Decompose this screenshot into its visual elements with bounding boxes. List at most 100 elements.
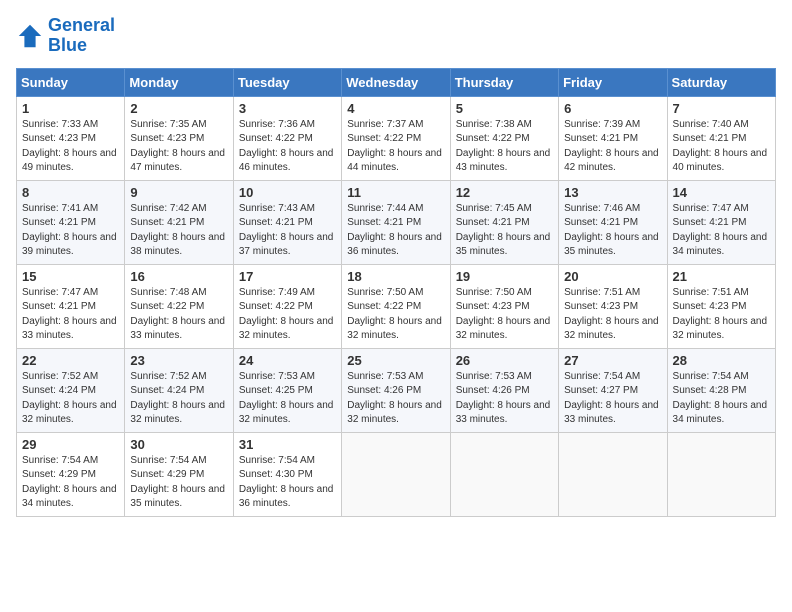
day-number: 8 [22,185,119,200]
weekday-header-thursday: Thursday [450,68,558,96]
day-info: Sunrise: 7:46 AMSunset: 4:21 PMDaylight:… [564,202,661,260]
calendar-table: SundayMondayTuesdayWednesdayThursdayFrid… [16,68,776,517]
calendar-cell: 4 Sunrise: 7:37 AMSunset: 4:22 PMDaylight… [342,96,450,180]
page-header: General Blue [16,16,776,56]
day-number: 20 [564,269,661,284]
day-info: Sunrise: 7:50 AMSunset: 4:22 PMDaylight:… [347,286,444,344]
calendar-cell: 23 Sunrise: 7:52 AMSunset: 4:24 PMDayligh… [125,348,233,432]
weekday-header-sunday: Sunday [17,68,125,96]
calendar-cell: 29 Sunrise: 7:54 AMSunset: 4:29 PMDayligh… [17,432,125,516]
day-info: Sunrise: 7:54 AMSunset: 4:27 PMDaylight:… [564,370,661,428]
logo-icon [16,22,44,50]
day-info: Sunrise: 7:36 AMSunset: 4:22 PMDaylight:… [239,118,336,176]
weekday-header-tuesday: Tuesday [233,68,341,96]
day-info: Sunrise: 7:40 AMSunset: 4:21 PMDaylight:… [673,118,770,176]
calendar-cell: 2 Sunrise: 7:35 AMSunset: 4:23 PMDaylight… [125,96,233,180]
day-info: Sunrise: 7:33 AMSunset: 4:23 PMDaylight:… [22,118,119,176]
day-number: 7 [673,101,770,116]
day-info: Sunrise: 7:39 AMSunset: 4:21 PMDaylight:… [564,118,661,176]
day-info: Sunrise: 7:53 AMSunset: 4:25 PMDaylight:… [239,370,336,428]
calendar-cell: 14 Sunrise: 7:47 AMSunset: 4:21 PMDayligh… [667,180,775,264]
weekday-header-saturday: Saturday [667,68,775,96]
calendar-cell: 22 Sunrise: 7:52 AMSunset: 4:24 PMDayligh… [17,348,125,432]
day-number: 17 [239,269,336,284]
calendar-cell: 28Sunrise: 7:54 AMSunset: 4:28 PMDayligh… [667,348,775,432]
day-info: Sunrise: 7:42 AMSunset: 4:21 PMDaylight:… [130,202,227,260]
day-number: 30 [130,437,227,452]
day-info: Sunrise: 7:48 AMSunset: 4:22 PMDaylight:… [130,286,227,344]
day-number: 4 [347,101,444,116]
calendar-cell: 3Sunrise: 7:36 AMSunset: 4:22 PMDaylight… [233,96,341,180]
day-info: Sunrise: 7:50 AMSunset: 4:23 PMDaylight:… [456,286,553,344]
day-number: 18 [347,269,444,284]
day-info: Sunrise: 7:54 AMSunset: 4:30 PMDaylight:… [239,454,336,512]
day-number: 1 [22,101,119,116]
calendar-cell: 11Sunrise: 7:44 AMSunset: 4:21 PMDayligh… [342,180,450,264]
day-number: 27 [564,353,661,368]
calendar-cell: 27 Sunrise: 7:54 AMSunset: 4:27 PMDayligh… [559,348,667,432]
calendar-week-row: 1 Sunrise: 7:33 AMSunset: 4:23 PMDaylight… [17,96,776,180]
calendar-cell: 7 Sunrise: 7:40 AMSunset: 4:21 PMDaylight… [667,96,775,180]
day-number: 23 [130,353,227,368]
day-number: 15 [22,269,119,284]
day-info: Sunrise: 7:47 AMSunset: 4:21 PMDaylight:… [22,286,119,344]
calendar-cell: 24 Sunrise: 7:53 AMSunset: 4:25 PMDayligh… [233,348,341,432]
calendar-cell: 26 Sunrise: 7:53 AMSunset: 4:26 PMDayligh… [450,348,558,432]
day-number: 31 [239,437,336,452]
calendar-cell: 5 Sunrise: 7:38 AMSunset: 4:22 PMDaylight… [450,96,558,180]
day-number: 29 [22,437,119,452]
day-info: Sunrise: 7:43 AMSunset: 4:21 PMDaylight:… [239,202,336,260]
calendar-week-row: 15 Sunrise: 7:47 AMSunset: 4:21 PMDayligh… [17,264,776,348]
day-number: 25 [347,353,444,368]
calendar-cell [342,432,450,516]
day-number: 14 [673,185,770,200]
day-number: 10 [239,185,336,200]
calendar-cell: 12Sunrise: 7:45 AMSunset: 4:21 PMDayligh… [450,180,558,264]
weekday-header-row: SundayMondayTuesdayWednesdayThursdayFrid… [17,68,776,96]
day-info: Sunrise: 7:51 AMSunset: 4:23 PMDaylight:… [673,286,770,344]
day-info: Sunrise: 7:53 AMSunset: 4:26 PMDaylight:… [347,370,444,428]
day-info: Sunrise: 7:52 AMSunset: 4:24 PMDaylight:… [22,370,119,428]
calendar-cell: 10 Sunrise: 7:43 AMSunset: 4:21 PMDayligh… [233,180,341,264]
day-number: 5 [456,101,553,116]
day-number: 2 [130,101,227,116]
day-number: 26 [456,353,553,368]
calendar-cell [559,432,667,516]
day-number: 22 [22,353,119,368]
day-info: Sunrise: 7:54 AMSunset: 4:29 PMDaylight:… [22,454,119,512]
calendar-cell [667,432,775,516]
day-info: Sunrise: 7:54 AMSunset: 4:28 PMDaylight:… [673,370,770,428]
day-info: Sunrise: 7:47 AMSunset: 4:21 PMDaylight:… [673,202,770,260]
day-number: 24 [239,353,336,368]
day-info: Sunrise: 7:54 AMSunset: 4:29 PMDaylight:… [130,454,227,512]
calendar-cell: 15 Sunrise: 7:47 AMSunset: 4:21 PMDayligh… [17,264,125,348]
day-number: 9 [130,185,227,200]
day-number: 16 [130,269,227,284]
calendar-cell: 20 Sunrise: 7:51 AMSunset: 4:23 PMDayligh… [559,264,667,348]
calendar-cell: 18 Sunrise: 7:50 AMSunset: 4:22 PMDayligh… [342,264,450,348]
day-info: Sunrise: 7:52 AMSunset: 4:24 PMDaylight:… [130,370,227,428]
day-info: Sunrise: 7:51 AMSunset: 4:23 PMDaylight:… [564,286,661,344]
calendar-cell: 30 Sunrise: 7:54 AMSunset: 4:29 PMDayligh… [125,432,233,516]
day-number: 19 [456,269,553,284]
calendar-cell: 17Sunrise: 7:49 AMSunset: 4:22 PMDayligh… [233,264,341,348]
calendar-cell: 13 Sunrise: 7:46 AMSunset: 4:21 PMDayligh… [559,180,667,264]
calendar-week-row: 8Sunrise: 7:41 AMSunset: 4:21 PMDaylight… [17,180,776,264]
calendar-week-row: 29 Sunrise: 7:54 AMSunset: 4:29 PMDayligh… [17,432,776,516]
calendar-cell: 9 Sunrise: 7:42 AMSunset: 4:21 PMDaylight… [125,180,233,264]
weekday-header-monday: Monday [125,68,233,96]
day-number: 13 [564,185,661,200]
day-info: Sunrise: 7:53 AMSunset: 4:26 PMDaylight:… [456,370,553,428]
day-number: 21 [673,269,770,284]
day-number: 11 [347,185,444,200]
day-info: Sunrise: 7:45 AMSunset: 4:21 PMDaylight:… [456,202,553,260]
calendar-cell: 8Sunrise: 7:41 AMSunset: 4:21 PMDaylight… [17,180,125,264]
calendar-cell: 25 Sunrise: 7:53 AMSunset: 4:26 PMDayligh… [342,348,450,432]
calendar-cell [450,432,558,516]
logo: General Blue [16,16,115,56]
day-info: Sunrise: 7:38 AMSunset: 4:22 PMDaylight:… [456,118,553,176]
calendar-cell: 19 Sunrise: 7:50 AMSunset: 4:23 PMDayligh… [450,264,558,348]
day-info: Sunrise: 7:35 AMSunset: 4:23 PMDaylight:… [130,118,227,176]
day-info: Sunrise: 7:37 AMSunset: 4:22 PMDaylight:… [347,118,444,176]
logo-text: General Blue [48,16,115,56]
